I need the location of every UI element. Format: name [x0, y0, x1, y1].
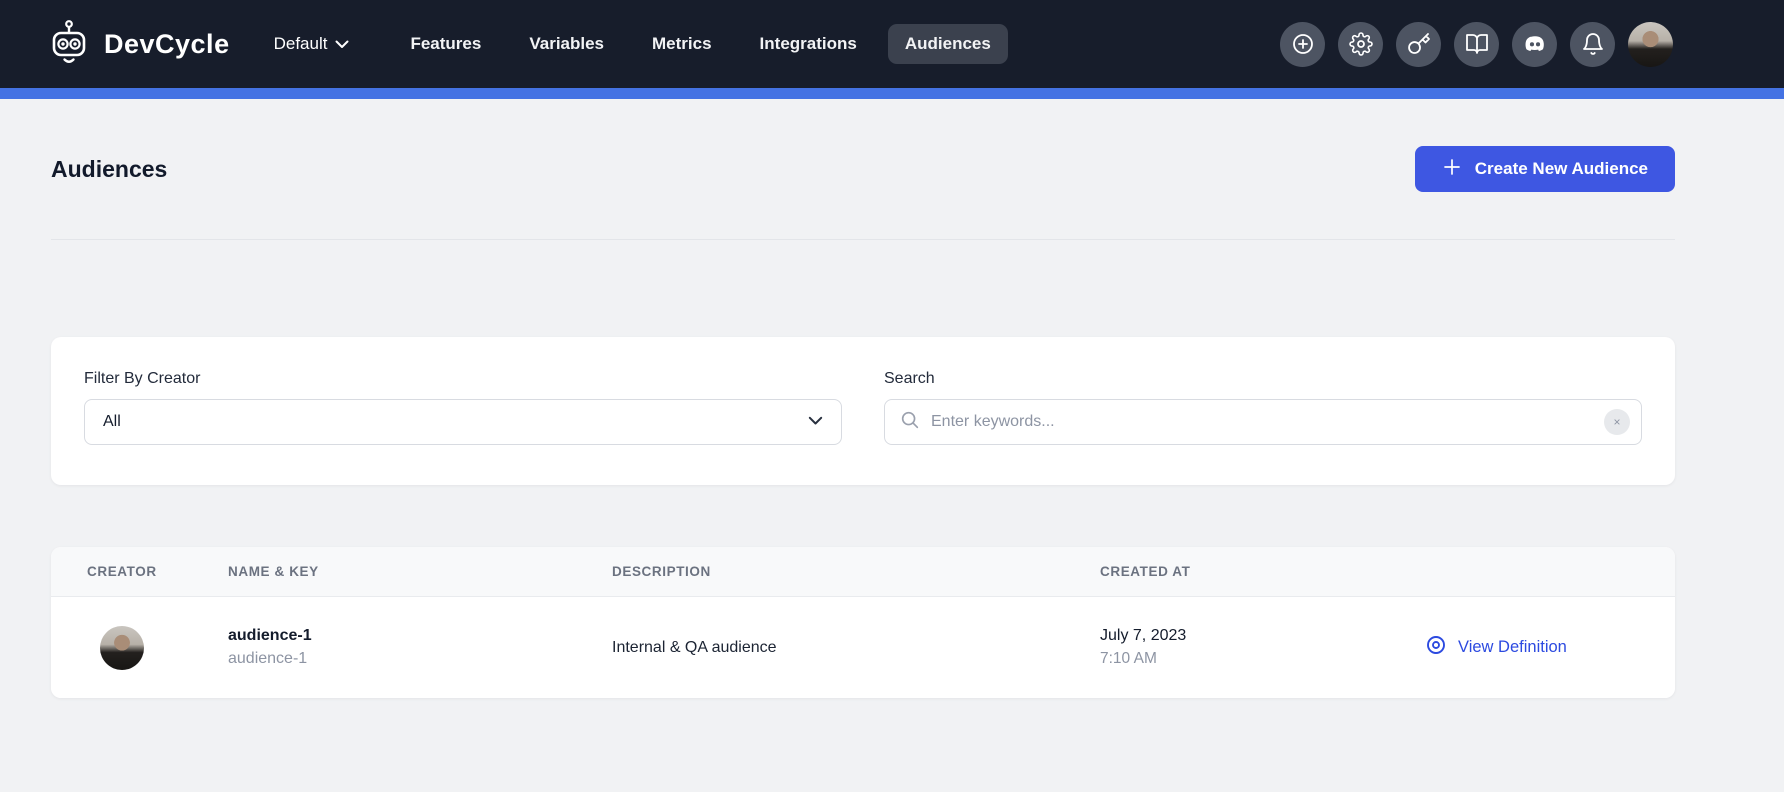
search-input[interactable]: [931, 413, 1594, 431]
project-dropdown-value: Default: [274, 34, 328, 54]
close-icon: ×: [1613, 416, 1620, 428]
table-header-row: CREATOR NAME & KEY DESCRIPTION CREATED A…: [51, 547, 1675, 597]
accent-bar: [0, 88, 1784, 99]
filter-card: Filter By Creator All Search ×: [51, 337, 1675, 485]
view-definition-label: View Definition: [1458, 638, 1567, 657]
creator-filter-group: Filter By Creator All: [84, 370, 842, 445]
key-icon: [1407, 32, 1431, 56]
search-group: Search ×: [884, 370, 1642, 445]
creator-filter-select[interactable]: All: [84, 399, 842, 445]
created-at-cell: July 7, 2023 7:10 AM: [1100, 627, 1373, 668]
main-content: Audiences Create New Audience Filter By …: [0, 99, 1784, 698]
settings-button[interactable]: [1338, 22, 1383, 67]
search-box: ×: [884, 399, 1642, 445]
nav-item-features[interactable]: Features: [393, 24, 498, 64]
search-label: Search: [884, 370, 1642, 388]
gear-icon: [1349, 32, 1373, 56]
book-icon: [1465, 32, 1489, 56]
column-header-created-at: CREATED AT: [1100, 564, 1373, 579]
plus-circle-icon: [1291, 32, 1315, 56]
eye-icon: [1425, 634, 1447, 661]
column-header-name-key: NAME & KEY: [228, 564, 612, 579]
table-row[interactable]: audience-1 audience-1 Internal & QA audi…: [51, 597, 1675, 698]
search-icon: [899, 409, 921, 436]
column-header-creator: CREATOR: [87, 564, 228, 579]
page-header: Audiences Create New Audience: [51, 99, 1675, 240]
actions-cell: View Definition: [1373, 634, 1675, 661]
chevron-down-icon: [808, 413, 823, 431]
view-definition-link[interactable]: View Definition: [1425, 634, 1567, 661]
audience-name: audience-1: [228, 627, 612, 645]
brand-logo[interactable]: DevCycle: [48, 19, 230, 70]
user-avatar[interactable]: [1628, 22, 1673, 67]
creator-avatar: [100, 626, 144, 670]
created-date: July 7, 2023: [1100, 627, 1373, 645]
navbar-actions: [1280, 22, 1673, 67]
main-nav: Features Variables Metrics Integrations …: [393, 24, 1007, 64]
create-button-label: Create New Audience: [1475, 159, 1648, 179]
bell-icon: [1581, 32, 1605, 56]
plus-icon: [1442, 157, 1462, 182]
devcycle-robot-icon: [48, 19, 90, 70]
chevron-down-icon: [335, 34, 349, 54]
nav-item-integrations[interactable]: Integrations: [743, 24, 874, 64]
top-navbar: DevCycle Default Features Variables Metr…: [0, 0, 1784, 88]
docs-button[interactable]: [1454, 22, 1499, 67]
nav-item-audiences[interactable]: Audiences: [888, 24, 1008, 64]
created-time: 7:10 AM: [1100, 650, 1373, 668]
creator-cell: [87, 626, 228, 670]
create-new-audience-button[interactable]: Create New Audience: [1415, 146, 1675, 192]
discord-button[interactable]: [1512, 22, 1557, 67]
column-header-description: DESCRIPTION: [612, 564, 1100, 579]
page-title: Audiences: [51, 156, 167, 183]
name-key-cell: audience-1 audience-1: [228, 627, 612, 668]
create-button-nav[interactable]: [1280, 22, 1325, 67]
audience-key: audience-1: [228, 650, 612, 668]
brand-wordmark: DevCycle: [104, 29, 230, 60]
clear-search-button[interactable]: ×: [1604, 409, 1630, 435]
notifications-button[interactable]: [1570, 22, 1615, 67]
description-cell: Internal & QA audience: [612, 639, 1100, 657]
audience-description: Internal & QA audience: [612, 639, 777, 656]
audiences-table: CREATOR NAME & KEY DESCRIPTION CREATED A…: [51, 547, 1675, 698]
nav-item-metrics[interactable]: Metrics: [635, 24, 729, 64]
creator-filter-label: Filter By Creator: [84, 370, 842, 388]
project-dropdown[interactable]: Default: [274, 34, 350, 54]
creator-filter-value: All: [103, 413, 121, 431]
api-keys-button[interactable]: [1396, 22, 1441, 67]
discord-icon: [1522, 31, 1548, 57]
nav-item-variables[interactable]: Variables: [512, 24, 621, 64]
